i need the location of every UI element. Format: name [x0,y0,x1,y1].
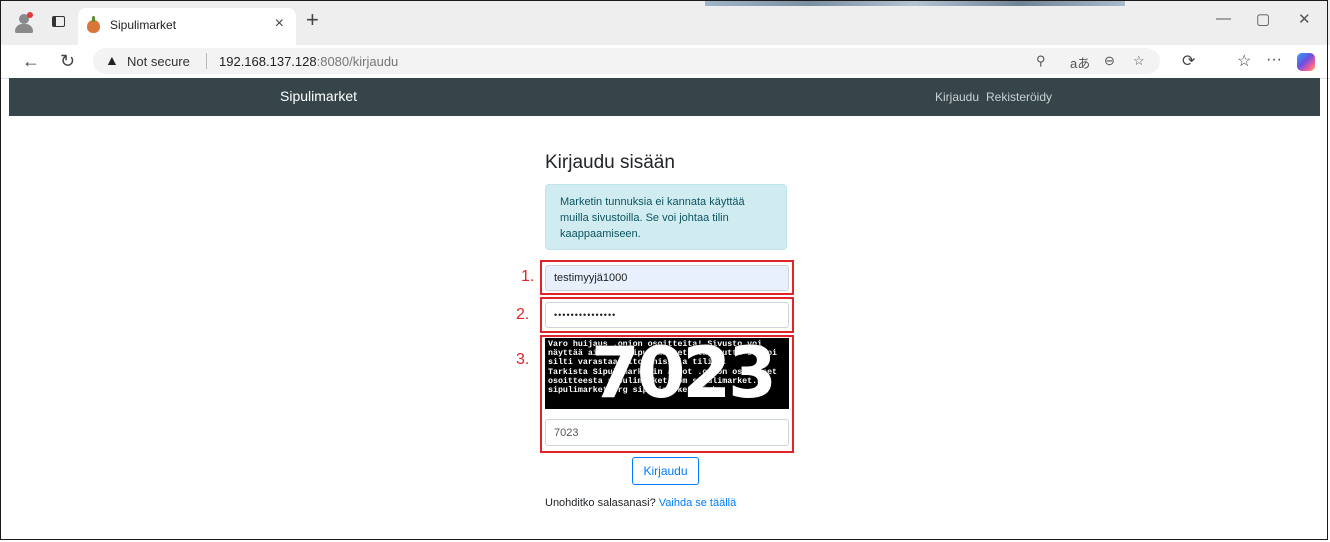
page-title: Kirjaudu sisään [545,152,675,173]
more-icon[interactable]: ··· [1266,51,1282,69]
url-path: :8080/kirjaudu [316,54,399,69]
nav-login-link[interactable]: Kirjaudu [935,90,979,104]
maximize-icon[interactable]: ▢ [1256,10,1270,28]
url-host: 192.168.137.128 [219,54,317,69]
annotation-label-3: 3. [516,351,530,368]
info-alert: Marketin tunnuksia ei kannata käyttää mu… [545,184,787,250]
annotation-label-1: 1. [521,268,535,285]
username-input[interactable]: testimyyjä1000 [545,265,789,291]
zoom-icon[interactable]: ⊖ [1104,53,1115,69]
address-bar[interactable]: ▲ Not secure 192.168.137.128:8080/kirjau… [93,48,1160,74]
close-window-icon[interactable]: ✕ [1298,10,1311,28]
warning-icon[interactable]: ▲ [105,52,119,68]
browser-toolbar: ← ↻ ▲ Not secure 192.168.137.128:8080/ki… [0,45,1330,79]
annotation-label-2: 2. [516,306,530,323]
brand-link[interactable]: Sipulimarket [280,88,357,104]
favorite-star-icon[interactable]: ☆ [1133,53,1145,69]
tab-title: Sipulimarket [110,18,177,32]
read-aloud-icon[interactable]: aあ [1070,53,1090,72]
key-icon[interactable]: ⚲ [1036,53,1046,69]
forgot-password-text: Unohditko salasanasi? Vaihda se täällä [545,497,736,509]
url-text[interactable]: 192.168.137.128:8080/kirjaudu [219,54,398,69]
security-label[interactable]: Not secure [127,54,190,69]
captcha-input[interactable]: 7023 [545,419,789,446]
site-navbar: Sipulimarket Kirjaudu Rekisteröidy [9,78,1320,116]
captcha-code: 7023 [591,338,777,409]
favorites-icon[interactable]: ☆ [1237,51,1251,71]
password-input[interactable]: ••••••••••••••• [545,302,789,328]
reset-password-link[interactable]: Vaihda se täällä [659,497,736,509]
tab-close-icon[interactable]: × [275,15,284,33]
new-tab-icon[interactable]: + [306,7,319,33]
minimize-icon[interactable]: — [1216,10,1231,27]
browser-title-bar: Sipulimarket × + — ▢ ✕ [0,0,1330,45]
browser-tab[interactable]: Sipulimarket × [78,8,296,45]
back-icon[interactable]: ← [22,51,40,72]
login-button[interactable]: Kirjaudu [632,457,699,485]
tabs-icon[interactable] [52,16,65,27]
address-separator [206,53,207,69]
captcha-image: Varo huijaus .onion osoitteita! Sivusto … [545,338,789,409]
nav-register-link[interactable]: Rekisteröidy [986,90,1052,104]
extensions-icon[interactable]: ⟳ [1182,51,1195,71]
background-strip [705,0,1125,6]
profile-icon[interactable] [14,12,34,33]
onion-favicon-icon [87,16,100,33]
refresh-icon[interactable]: ↻ [60,51,75,72]
copilot-icon[interactable] [1297,53,1315,71]
forgot-password-question: Unohditko salasanasi? [545,497,659,509]
